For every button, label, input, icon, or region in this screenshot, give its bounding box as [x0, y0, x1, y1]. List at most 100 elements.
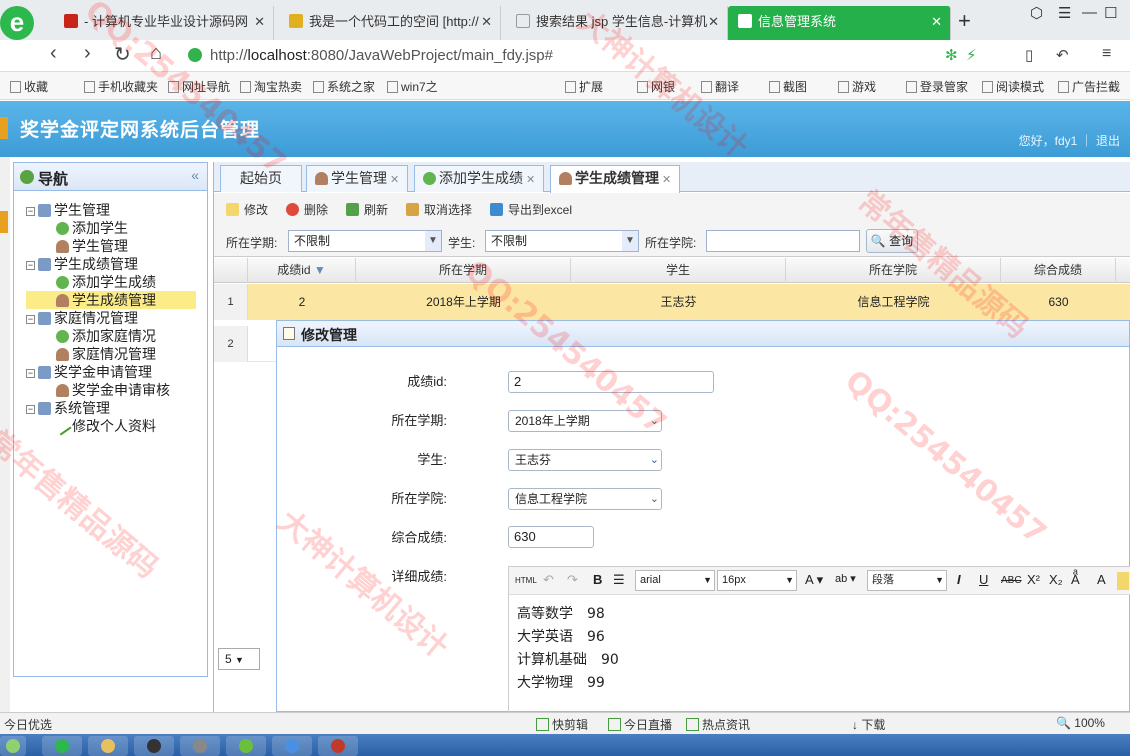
- collapse-toggle-icon[interactable]: −: [26, 261, 35, 270]
- bookmark-item[interactable]: 手机收藏夹: [84, 78, 158, 95]
- strikethrough-icon[interactable]: ABC: [1001, 575, 1022, 586]
- minimize-button[interactable]: —: [1082, 4, 1097, 21]
- redo-icon[interactable]: ↷: [567, 572, 578, 588]
- college-filter-input[interactable]: [706, 230, 860, 252]
- status-item[interactable]: 热点资讯: [686, 716, 750, 733]
- html-source-button[interactable]: HTML: [515, 576, 537, 585]
- underline-icon[interactable]: U: [979, 572, 988, 587]
- term-filter-select[interactable]: 不限制 ▼: [288, 230, 442, 252]
- cancel-select-button[interactable]: 取消选择: [406, 201, 472, 218]
- tab-add-score[interactable]: 添加学生成绩 ✕: [414, 165, 545, 192]
- tab-home[interactable]: 起始页: [220, 165, 302, 192]
- font-family-select[interactable]: arial ▼: [635, 570, 715, 591]
- tree-node-scholarship-review[interactable]: 奖学金申请审核: [56, 381, 170, 399]
- status-item[interactable]: 快剪辑: [536, 716, 588, 733]
- close-icon[interactable]: ✕: [254, 6, 265, 38]
- taskbar-app[interactable]: [134, 736, 174, 756]
- status-recommend[interactable]: 今日优选: [4, 716, 52, 733]
- bookmark-item[interactable]: 截图: [769, 78, 807, 95]
- college-select[interactable]: 信息工程学院 ⌄: [508, 488, 662, 510]
- tree-node-add-family[interactable]: 添加家庭情况: [56, 327, 156, 345]
- status-item[interactable]: ↓ 下载: [852, 716, 885, 733]
- bookmark-item[interactable]: 网银: [637, 78, 675, 95]
- term-select[interactable]: 2018年上学期 ⌄: [508, 410, 662, 432]
- start-button[interactable]: [0, 736, 26, 756]
- column-header-id[interactable]: 成绩id ▼: [248, 258, 356, 283]
- tree-node-edit-profile[interactable]: 修改个人资料: [53, 417, 156, 436]
- tree-node-scholarship-mgmt[interactable]: − 奖学金申请管理: [26, 363, 152, 381]
- edit-button[interactable]: 修改: [226, 201, 268, 218]
- back-icon[interactable]: ‹: [50, 42, 57, 65]
- bookmark-item[interactable]: 收藏: [10, 78, 48, 95]
- reload-icon[interactable]: ↻: [114, 42, 131, 67]
- tree-node-student-mgmt[interactable]: − 学生管理: [26, 201, 110, 219]
- superscript-icon[interactable]: X²: [1027, 572, 1040, 587]
- refresh-button[interactable]: 刷新: [346, 201, 388, 218]
- tree-node-add-student[interactable]: 添加学生: [56, 219, 128, 237]
- close-icon[interactable]: ✕: [708, 6, 719, 38]
- taskbar-app[interactable]: [180, 736, 220, 756]
- score-field[interactable]: 630: [508, 526, 594, 548]
- bookmark-item[interactable]: 游戏: [838, 78, 876, 95]
- taskbar-app[interactable]: [272, 736, 312, 756]
- page-size-select[interactable]: 5 ▼: [218, 648, 260, 670]
- id-field[interactable]: 2: [508, 371, 714, 393]
- browser-tab-active[interactable]: 信息管理系统 ✕: [728, 6, 951, 40]
- paragraph-select[interactable]: 段落 ▼: [867, 570, 947, 591]
- close-icon[interactable]: ✕: [662, 174, 671, 186]
- export-button[interactable]: 导出到excel: [490, 201, 572, 218]
- bookmark-item[interactable]: win7之: [387, 78, 438, 95]
- font-color-icon[interactable]: A ▾: [805, 572, 823, 588]
- format-painter-icon[interactable]: A: [1097, 572, 1106, 587]
- collapse-toggle-icon[interactable]: −: [26, 369, 35, 378]
- bookmark-item[interactable]: 阅读模式: [982, 78, 1044, 95]
- tree-node-student-list[interactable]: 学生管理: [56, 237, 128, 255]
- column-header-student[interactable]: 学生: [571, 258, 786, 283]
- tree-node-system-mgmt[interactable]: − 系统管理: [26, 399, 110, 417]
- more-tools-icon[interactable]: [1117, 572, 1129, 590]
- student-select[interactable]: 王志芬 ⌄: [508, 449, 662, 471]
- column-header-college[interactable]: 所在学院: [786, 258, 1001, 283]
- user-greeting[interactable]: 您好，fdy1 ｜ 退出: [1019, 132, 1120, 149]
- column-header-score[interactable]: 综合成绩: [1001, 258, 1116, 283]
- bookmark-item[interactable]: 系统之家: [313, 78, 375, 95]
- browser-logo-icon[interactable]: e: [0, 6, 34, 40]
- close-icon[interactable]: ✕: [931, 6, 942, 38]
- subscript-icon[interactable]: X₂: [1049, 572, 1063, 587]
- status-item[interactable]: 今日直播: [608, 716, 672, 733]
- query-button[interactable]: 🔍 查询: [866, 229, 918, 253]
- tab-student-mgmt[interactable]: 学生管理 ✕: [306, 165, 409, 192]
- lightning-icon[interactable]: ⚡: [966, 46, 977, 64]
- taskbar-explorer[interactable]: [88, 736, 128, 756]
- tree-node-family-mgmt[interactable]: − 家庭情况管理: [26, 309, 138, 327]
- url-input[interactable]: http://localhost:8080/JavaWebProject/mai…: [188, 43, 938, 69]
- collapse-toggle-icon[interactable]: −: [26, 315, 35, 324]
- phone-icon[interactable]: ▯: [1025, 46, 1033, 64]
- column-header-term[interactable]: 所在学期: [356, 258, 571, 283]
- skin-icon[interactable]: ⬡: [1030, 4, 1043, 22]
- zoom-level[interactable]: 🔍 100%: [1056, 716, 1105, 730]
- undo-icon[interactable]: ↶: [1056, 46, 1069, 64]
- taskbar-app[interactable]: [318, 736, 358, 756]
- close-icon[interactable]: ✕: [526, 174, 535, 186]
- editor-content[interactable]: 高等数学 98 大学英语 96 计算机基础 90 大学物理 99: [517, 603, 619, 695]
- collapse-toggle-icon[interactable]: −: [26, 207, 35, 216]
- font-size-select[interactable]: 16px ▼: [717, 570, 797, 591]
- refresh-status-icon[interactable]: ✻: [945, 46, 958, 64]
- new-tab-button[interactable]: +: [958, 8, 971, 34]
- close-icon[interactable]: ✕: [481, 6, 492, 38]
- tree-node-family-list[interactable]: 家庭情况管理: [56, 345, 156, 363]
- tree-node-add-score[interactable]: 添加学生成绩: [56, 273, 156, 291]
- home-icon[interactable]: ⌂: [150, 42, 162, 65]
- maximize-button[interactable]: ☐: [1104, 4, 1117, 22]
- bookmark-item[interactable]: 扩展: [565, 78, 603, 95]
- taskbar-browser[interactable]: [42, 736, 82, 756]
- browser-tab-1[interactable]: - 计算机专业毕业设计源码网 ✕: [54, 6, 274, 40]
- taskbar-app[interactable]: [226, 736, 266, 756]
- student-filter-select[interactable]: 不限制 ▼: [485, 230, 639, 252]
- browser-tab-3[interactable]: 搜索结果 jsp 学生信息-计算机 ✕: [506, 6, 728, 40]
- clear-format-icon[interactable]: Aͣ: [1071, 572, 1080, 587]
- bookmark-item[interactable]: 翻译: [701, 78, 739, 95]
- side-tool-icon[interactable]: [0, 117, 8, 139]
- bookmark-item[interactable]: 登录管家: [906, 78, 968, 95]
